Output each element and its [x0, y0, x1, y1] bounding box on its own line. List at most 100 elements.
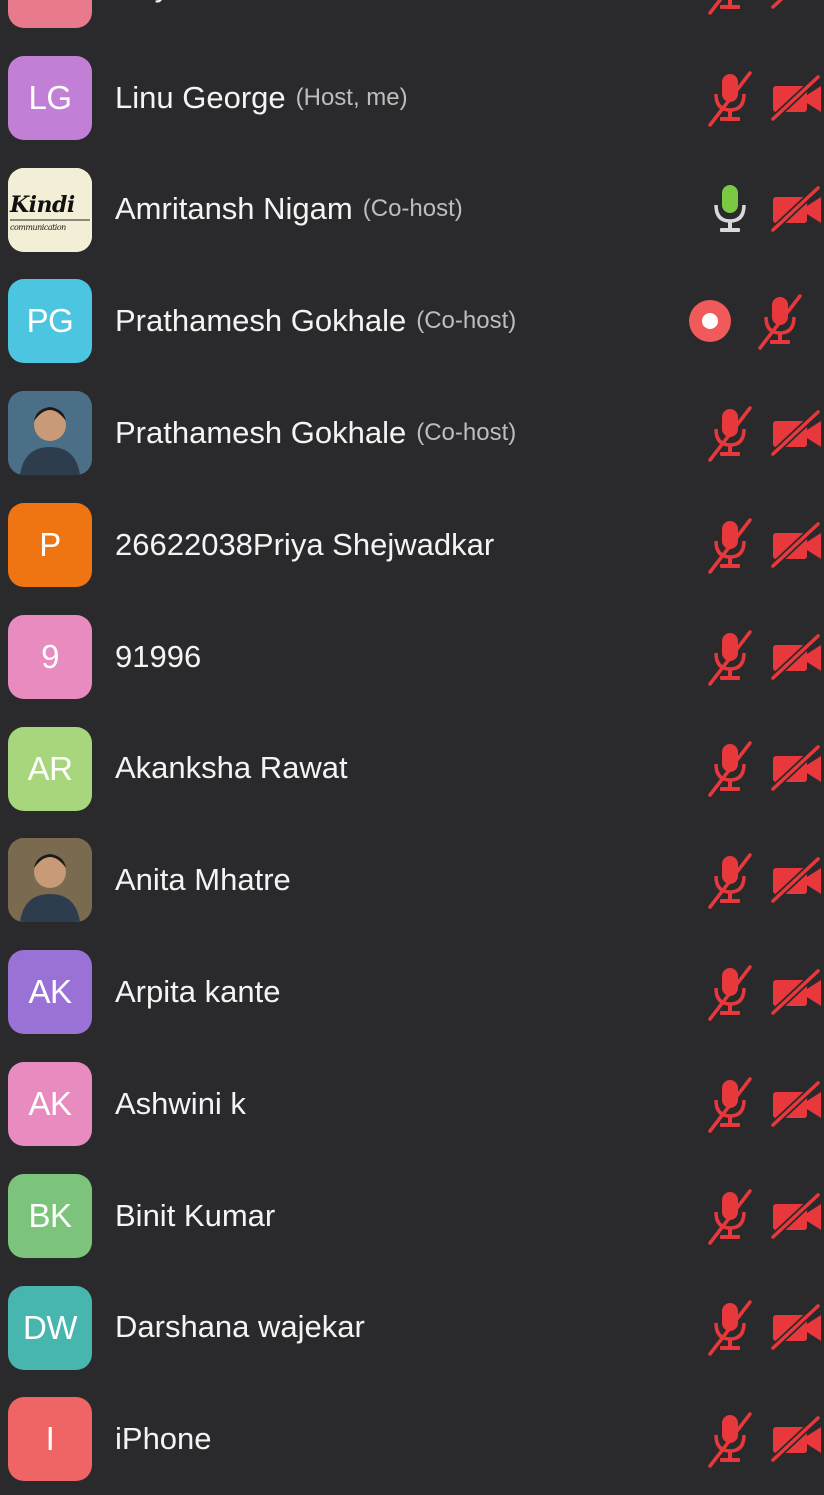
- avatar: AK: [8, 1061, 92, 1146]
- video-off-icon[interactable]: [770, 0, 824, 42]
- mic-muted-icon[interactable]: [700, 713, 760, 825]
- participant-name: Ashwini k: [115, 1085, 246, 1121]
- mic-muted-icon[interactable]: [700, 1048, 760, 1160]
- participant-row[interactable]: AK Arpita kante: [0, 936, 824, 1048]
- avatar: P: [8, 502, 92, 587]
- video-off-icon[interactable]: [770, 1048, 824, 1160]
- avatar: BK: [8, 1173, 92, 1258]
- avatar-initials: LG: [28, 78, 72, 116]
- participant-name-group: Akanksha Rawat: [115, 713, 348, 825]
- avatar: Kindi communication: [8, 167, 92, 252]
- video-off-icon[interactable]: [770, 824, 824, 936]
- participant-name: 91996: [115, 638, 202, 674]
- participant-name-group: Linu George (Host, me): [115, 42, 408, 154]
- mic-muted-icon[interactable]: [700, 936, 760, 1048]
- participant-role: (Host, me): [295, 83, 408, 111]
- participant-row[interactable]: DW Darshana wajekar: [0, 1272, 824, 1384]
- mic-muted-icon[interactable]: [700, 1383, 760, 1495]
- participant-name-group: Prathamesh Gokhale (Co-host): [115, 265, 516, 377]
- video-off-icon[interactable]: [770, 1272, 824, 1384]
- svg-text:communication: communication: [10, 223, 66, 232]
- participant-name: Prathamesh Gokhale: [115, 415, 407, 451]
- video-off-icon[interactable]: [770, 154, 824, 266]
- participant-row[interactable]: Kindi communication Amritansh Nigam (Co-hos…: [0, 154, 824, 266]
- participant-row[interactable]: AK Ashwini k: [0, 1048, 824, 1160]
- avatar: 9: [8, 614, 92, 699]
- mic-muted-icon[interactable]: [700, 377, 760, 489]
- participant-name-group: iPhone: [115, 1383, 212, 1495]
- avatar: [8, 838, 92, 923]
- video-off-icon[interactable]: [770, 936, 824, 1048]
- participant-name-group: Haylie Ahmed: [115, 0, 306, 42]
- participant-name-group: Binit Kumar: [115, 1160, 275, 1272]
- participant-name-group: Darshana wajekar: [115, 1272, 365, 1384]
- avatar: DW: [8, 1285, 92, 1370]
- participant-name-group: 91996: [115, 601, 201, 713]
- participant-role: (Co-host): [362, 195, 463, 223]
- video-off-icon[interactable]: [770, 713, 824, 825]
- avatar: PG: [8, 279, 92, 364]
- avatar: [8, 0, 92, 28]
- participant-row[interactable]: PG Prathamesh Gokhale (Co-host): [0, 265, 824, 377]
- video-off-icon[interactable]: [770, 42, 824, 154]
- avatar-initials: AK: [28, 1084, 72, 1122]
- video-off-icon[interactable]: [770, 601, 824, 713]
- participant-role: (Co-host): [416, 307, 517, 335]
- participant-row[interactable]: P 26622038Priya Shejwadkar: [0, 489, 824, 601]
- avatar: I: [8, 1397, 92, 1482]
- participant-name: iPhone: [115, 1421, 212, 1457]
- video-off-icon[interactable]: [770, 489, 824, 601]
- participant-name-group: Anita Mhatre: [115, 824, 291, 936]
- participant-list: Haylie Ahmed LG Linu George (Host, me) Kindi…: [0, 0, 824, 1495]
- participant-name-group: Arpita kante: [115, 936, 280, 1048]
- avatar-initials: AK: [28, 973, 72, 1011]
- avatar: AR: [8, 726, 92, 811]
- participant-name: Linu George: [115, 79, 286, 115]
- mic-muted-icon[interactable]: [700, 489, 760, 601]
- participant-name: Arpita kante: [115, 974, 281, 1010]
- participant-row[interactable]: AR Akanksha Rawat: [0, 713, 824, 825]
- mic-muted-icon[interactable]: [700, 1272, 760, 1384]
- participant-role: (Co-host): [416, 419, 517, 447]
- mic-on-icon[interactable]: [700, 154, 760, 266]
- svg-text:Kindi: Kindi: [9, 192, 75, 218]
- participant-name: Binit Kumar: [115, 1197, 276, 1233]
- participant-name: Prathamesh Gokhale: [115, 303, 407, 339]
- participant-row[interactable]: BK Binit Kumar: [0, 1160, 824, 1272]
- avatar-initials: DW: [23, 1308, 77, 1346]
- mic-muted-icon[interactable]: [700, 1160, 760, 1272]
- participant-name-group: Ashwini k: [115, 1048, 246, 1160]
- participant-row[interactable]: IiPhone: [0, 1383, 824, 1495]
- video-off-icon[interactable]: [770, 377, 824, 489]
- participant-name-group: Amritansh Nigam (Co-host): [115, 154, 463, 266]
- participant-name: Darshana wajekar: [115, 1309, 365, 1345]
- avatar: [8, 391, 92, 476]
- mic-muted-icon[interactable]: [700, 42, 760, 154]
- participant-name: 26622038Priya Shejwadkar: [115, 526, 495, 562]
- video-off-icon[interactable]: [770, 1160, 824, 1272]
- avatar: AK: [8, 950, 92, 1035]
- participant-name-group: 26622038Priya Shejwadkar: [115, 489, 494, 601]
- participant-row[interactable]: Anita Mhatre: [0, 824, 824, 936]
- recording-icon: [684, 265, 736, 377]
- participant-name: Haylie Ahmed: [115, 0, 306, 4]
- avatar-initials: AR: [27, 749, 73, 787]
- avatar-initials: PG: [26, 302, 74, 340]
- participant-row[interactable]: Haylie Ahmed: [0, 0, 824, 42]
- avatar: LG: [8, 55, 92, 140]
- avatar-initials: BK: [28, 1196, 72, 1234]
- participant-name: Anita Mhatre: [115, 862, 291, 898]
- video-off-icon[interactable]: [770, 1383, 824, 1495]
- avatar-initials: I: [45, 1420, 55, 1458]
- participant-row[interactable]: Prathamesh Gokhale (Co-host): [0, 377, 824, 489]
- participant-name: Akanksha Rawat: [115, 750, 348, 786]
- mic-muted-icon[interactable]: [700, 824, 760, 936]
- participant-row[interactable]: LG Linu George (Host, me): [0, 42, 824, 154]
- mic-muted-icon[interactable]: [700, 601, 760, 713]
- avatar-initials: P: [39, 525, 61, 563]
- avatar-initials: 9: [41, 637, 59, 675]
- mic-muted-icon[interactable]: [752, 265, 808, 377]
- mic-muted-icon[interactable]: [700, 0, 760, 42]
- participant-row[interactable]: 9 91996: [0, 601, 824, 713]
- participant-name-group: Prathamesh Gokhale (Co-host): [115, 377, 516, 489]
